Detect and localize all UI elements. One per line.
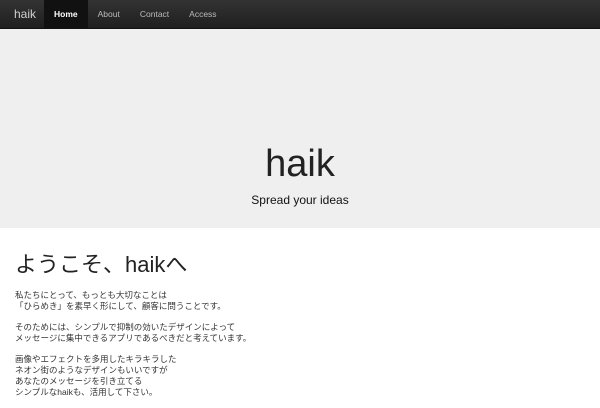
paragraph-line: 画像やエフェクトを多用したキラキラした (15, 354, 177, 364)
paragraph-line: あなたのメッセージを引き立てる (15, 376, 143, 386)
welcome-heading: ようこそ、haikへ (15, 252, 188, 277)
paragraph-line: そのためには、シンプルで抑制の効いたデザインによって (15, 322, 236, 332)
nav-item-about[interactable]: About (88, 0, 130, 28)
nav-item-home[interactable]: Home (44, 0, 88, 28)
paragraph-line: 「ひらめき」を素早く形にして、顧客に問うことです。 (15, 301, 226, 311)
brand-logo[interactable]: haik (0, 0, 44, 28)
paragraph-line: メッセージに集中できるアプリであるべきだと考えています。 (15, 333, 252, 343)
paragraph-line: ネオン街のようなデザインもいいですが (15, 365, 168, 375)
nav-item-contact[interactable]: Contact (130, 0, 179, 28)
hero-title: haik (265, 143, 335, 185)
nav-menu: Home About Contact Access (44, 0, 227, 28)
hero-banner: haik Spread your ideas (0, 29, 600, 228)
paragraph-line: 私たちにとって、もっとも大切なことは (15, 290, 167, 300)
design-paragraph: そのためには、シンプルで抑制の効いたデザインによって メッセージに集中できるアプ… (15, 322, 575, 344)
nav-item-access[interactable]: Access (179, 0, 226, 28)
paragraph-line: シンプルなhaikも、活用して下さい。 (15, 387, 158, 397)
top-navbar: haik Home About Contact Access (0, 0, 600, 29)
intro-paragraph: 私たちにとって、もっとも大切なことは 「ひらめき」を素早く形にして、顧客に問うこ… (15, 290, 575, 312)
main-content: ようこそ、haikへ 私たちにとって、もっとも大切なことは 「ひらめき」を素早く… (15, 250, 575, 408)
hero-tagline: Spread your ideas (251, 193, 349, 207)
usage-paragraph: 画像やエフェクトを多用したキラキラした ネオン街のようなデザインもいいですが あ… (15, 354, 575, 398)
